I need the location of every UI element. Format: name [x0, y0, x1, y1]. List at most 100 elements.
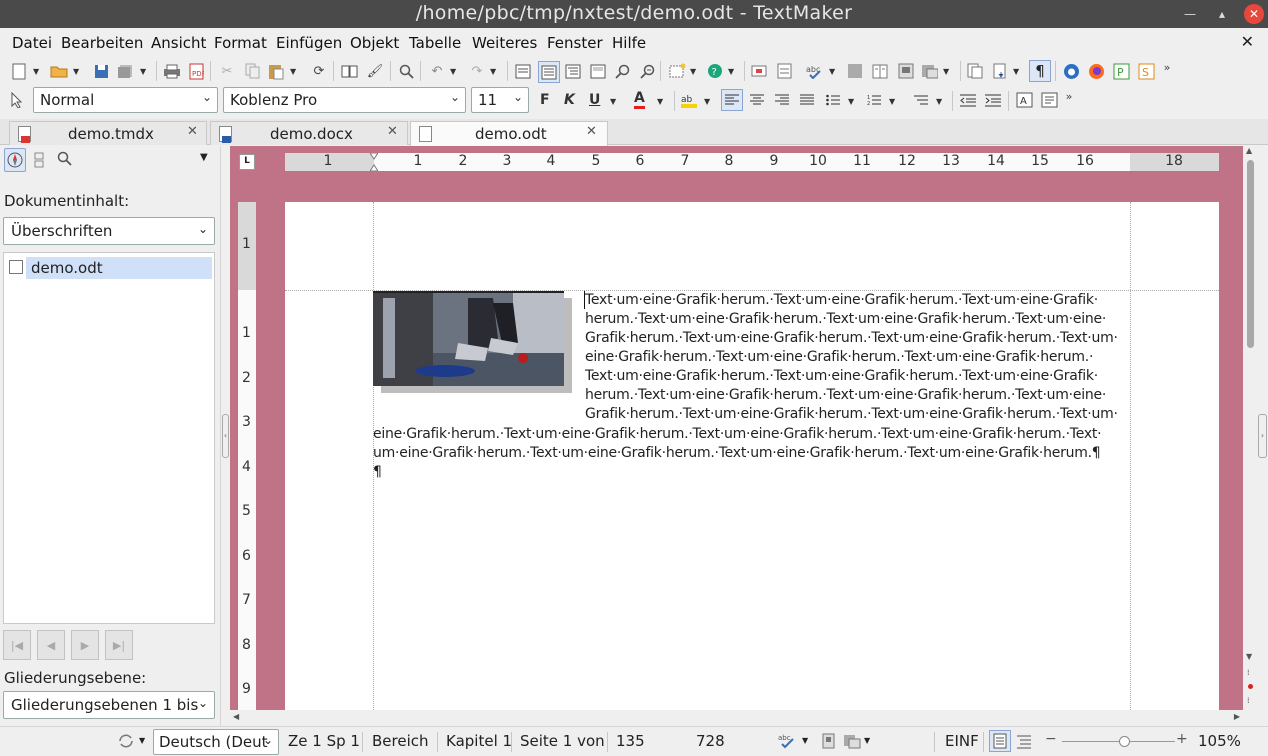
- content-select[interactable]: Überschriften ⌄: [3, 217, 215, 245]
- font-select[interactable]: Koblenz Pro ⌄: [223, 87, 466, 113]
- next-heading-button[interactable]: ▶: [71, 630, 99, 660]
- sidebar-expand-handle[interactable]: ›: [1258, 414, 1267, 458]
- copy-icon[interactable]: [243, 62, 261, 80]
- document-page[interactable]: Text·um·eine·Grafik·herum.·Text·um·eine·…: [285, 202, 1219, 710]
- thunderbird-icon[interactable]: [1062, 62, 1080, 80]
- firefox-icon[interactable]: [1087, 62, 1105, 80]
- menu-objekt[interactable]: Objekt: [350, 34, 399, 52]
- chevron-down-icon[interactable]: ▼: [936, 92, 944, 110]
- pdf-export-icon[interactable]: PDF: [187, 62, 205, 80]
- align-right-icon[interactable]: [773, 91, 791, 109]
- numbered-list-icon[interactable]: 12: [865, 91, 883, 109]
- redo-icon[interactable]: ↷: [468, 62, 486, 80]
- select-pointer-icon[interactable]: [8, 91, 26, 109]
- bold-button[interactable]: F: [540, 92, 550, 108]
- increase-indent-icon[interactable]: [984, 91, 1002, 109]
- previous-heading-button[interactable]: ◀: [37, 630, 65, 660]
- shading-icon[interactable]: [846, 62, 864, 80]
- insert-picture-icon[interactable]: [897, 62, 915, 80]
- spellcheck-icon[interactable]: abc: [806, 62, 824, 80]
- menu-weiteres[interactable]: Weiteres: [472, 34, 537, 52]
- next-page-icon[interactable]: ⁞: [1247, 696, 1250, 705]
- menu-format[interactable]: Format: [214, 34, 267, 52]
- zoom-page-icon[interactable]: [638, 62, 656, 80]
- highlight-icon[interactable]: ab: [680, 91, 698, 109]
- close-tab-icon[interactable]: ✕: [586, 124, 597, 139]
- horizontal-ruler[interactable]: 1 1 2 3 4 5 6 7 8 9 10 11 12 13 14 15 16…: [285, 152, 1219, 172]
- tab-type-button[interactable]: L: [239, 154, 255, 170]
- italic-button[interactable]: K: [564, 92, 575, 108]
- insert-page-break-icon[interactable]: [966, 62, 984, 80]
- tab-demo-docx[interactable]: demo.docx ✕: [210, 121, 408, 145]
- insert-object-icon[interactable]: [920, 62, 938, 80]
- scroll-up-icon[interactable]: ▲: [1246, 146, 1252, 155]
- paragraph-style-select[interactable]: Normal ⌄: [33, 87, 218, 113]
- sync-icon[interactable]: [117, 732, 137, 754]
- align-left-icon[interactable]: [721, 89, 743, 111]
- track-changes-icon[interactable]: [750, 62, 768, 80]
- outline-view-icon[interactable]: [564, 62, 582, 80]
- language-select[interactable]: Deutsch (Deut ⌄: [153, 729, 279, 755]
- chevron-down-icon[interactable]: ▼: [704, 92, 712, 110]
- scrollbar-thumb[interactable]: [1247, 160, 1254, 348]
- pages-icon[interactable]: [33, 151, 47, 169]
- align-justify-icon[interactable]: [798, 91, 816, 109]
- collapse-panel-handle[interactable]: ‹: [222, 414, 229, 458]
- scroll-down-icon[interactable]: ▼: [1246, 652, 1252, 661]
- menu-bearbeiten[interactable]: Bearbeiten: [61, 34, 143, 52]
- indent-marker[interactable]: [369, 152, 379, 172]
- decrease-indent-icon[interactable]: [959, 91, 977, 109]
- chevron-down-icon[interactable]: ▼: [690, 62, 698, 80]
- search-icon[interactable]: [397, 62, 415, 80]
- menu-datei[interactable]: Datei: [12, 34, 52, 52]
- save-icon[interactable]: [92, 62, 110, 80]
- close-document-icon[interactable]: ✕: [1241, 32, 1254, 51]
- panel-menu-icon[interactable]: ▼: [200, 152, 208, 163]
- close-window-button[interactable]: ✕: [1244, 4, 1264, 24]
- chevron-down-icon[interactable]: ▼: [139, 736, 145, 745]
- scroll-right-icon[interactable]: ▶: [1234, 712, 1240, 721]
- navigator-compass-icon[interactable]: [4, 148, 26, 172]
- chevron-down-icon[interactable]: ▼: [943, 62, 951, 80]
- chevron-down-icon[interactable]: ▼: [1013, 62, 1021, 80]
- chevron-down-icon[interactable]: ▼: [610, 92, 618, 110]
- print-icon[interactable]: [163, 62, 181, 80]
- horizontal-scrollbar[interactable]: ◀ ▶: [230, 710, 1243, 726]
- cut-icon[interactable]: ✂: [218, 62, 236, 80]
- tree-checkbox[interactable]: [9, 260, 23, 274]
- master-page-icon[interactable]: [589, 62, 607, 80]
- undo-icon[interactable]: ↶: [428, 62, 446, 80]
- chevron-down-icon[interactable]: ▼: [450, 62, 458, 80]
- tab-demo-odt[interactable]: demo.odt ✕: [410, 121, 608, 146]
- paragraph-format-icon[interactable]: [1040, 91, 1058, 109]
- chevron-down-icon[interactable]: ▼: [864, 736, 870, 745]
- chevron-down-icon[interactable]: ▼: [889, 92, 897, 110]
- comment-icon[interactable]: ?: [706, 62, 724, 80]
- normal-view-icon[interactable]: [538, 61, 560, 83]
- open-folder-icon[interactable]: [50, 62, 68, 80]
- document-status-icon[interactable]: [821, 733, 837, 754]
- presentations-icon[interactable]: S: [1137, 62, 1155, 80]
- spellcheck-icon[interactable]: abc: [778, 733, 798, 755]
- menu-hilfe[interactable]: Hilfe: [612, 34, 646, 52]
- book-icon[interactable]: [340, 62, 358, 80]
- zoom-in-button[interactable]: +: [1176, 731, 1188, 747]
- pilcrow-icon[interactable]: ¶: [1029, 60, 1051, 82]
- overflow-chevron-icon[interactable]: »: [1158, 58, 1176, 76]
- close-tab-icon[interactable]: ✕: [187, 124, 198, 139]
- chevron-down-icon[interactable]: ▼: [802, 736, 808, 745]
- align-center-icon[interactable]: [748, 91, 766, 109]
- last-heading-button[interactable]: ▶|: [105, 630, 133, 660]
- chevron-down-icon[interactable]: ▼: [140, 62, 148, 80]
- browse-object-icon[interactable]: [1248, 684, 1253, 689]
- scroll-left-icon[interactable]: ◀: [233, 712, 239, 721]
- zoom-icon[interactable]: [613, 62, 631, 80]
- zoom-level[interactable]: 105%: [1198, 732, 1241, 750]
- columns-icon[interactable]: [871, 62, 889, 80]
- page-view-icon[interactable]: [514, 62, 532, 80]
- tab-demo-tmdx[interactable]: demo.tmdx ✕: [9, 121, 207, 145]
- chevron-down-icon[interactable]: ▼: [490, 62, 498, 80]
- paste-icon[interactable]: [267, 62, 285, 80]
- planmaker-icon[interactable]: P: [1112, 62, 1130, 80]
- document-area[interactable]: L 1 1 2 3 4 5 6 7 8 9 10 11 12 13 14 15 …: [230, 146, 1243, 710]
